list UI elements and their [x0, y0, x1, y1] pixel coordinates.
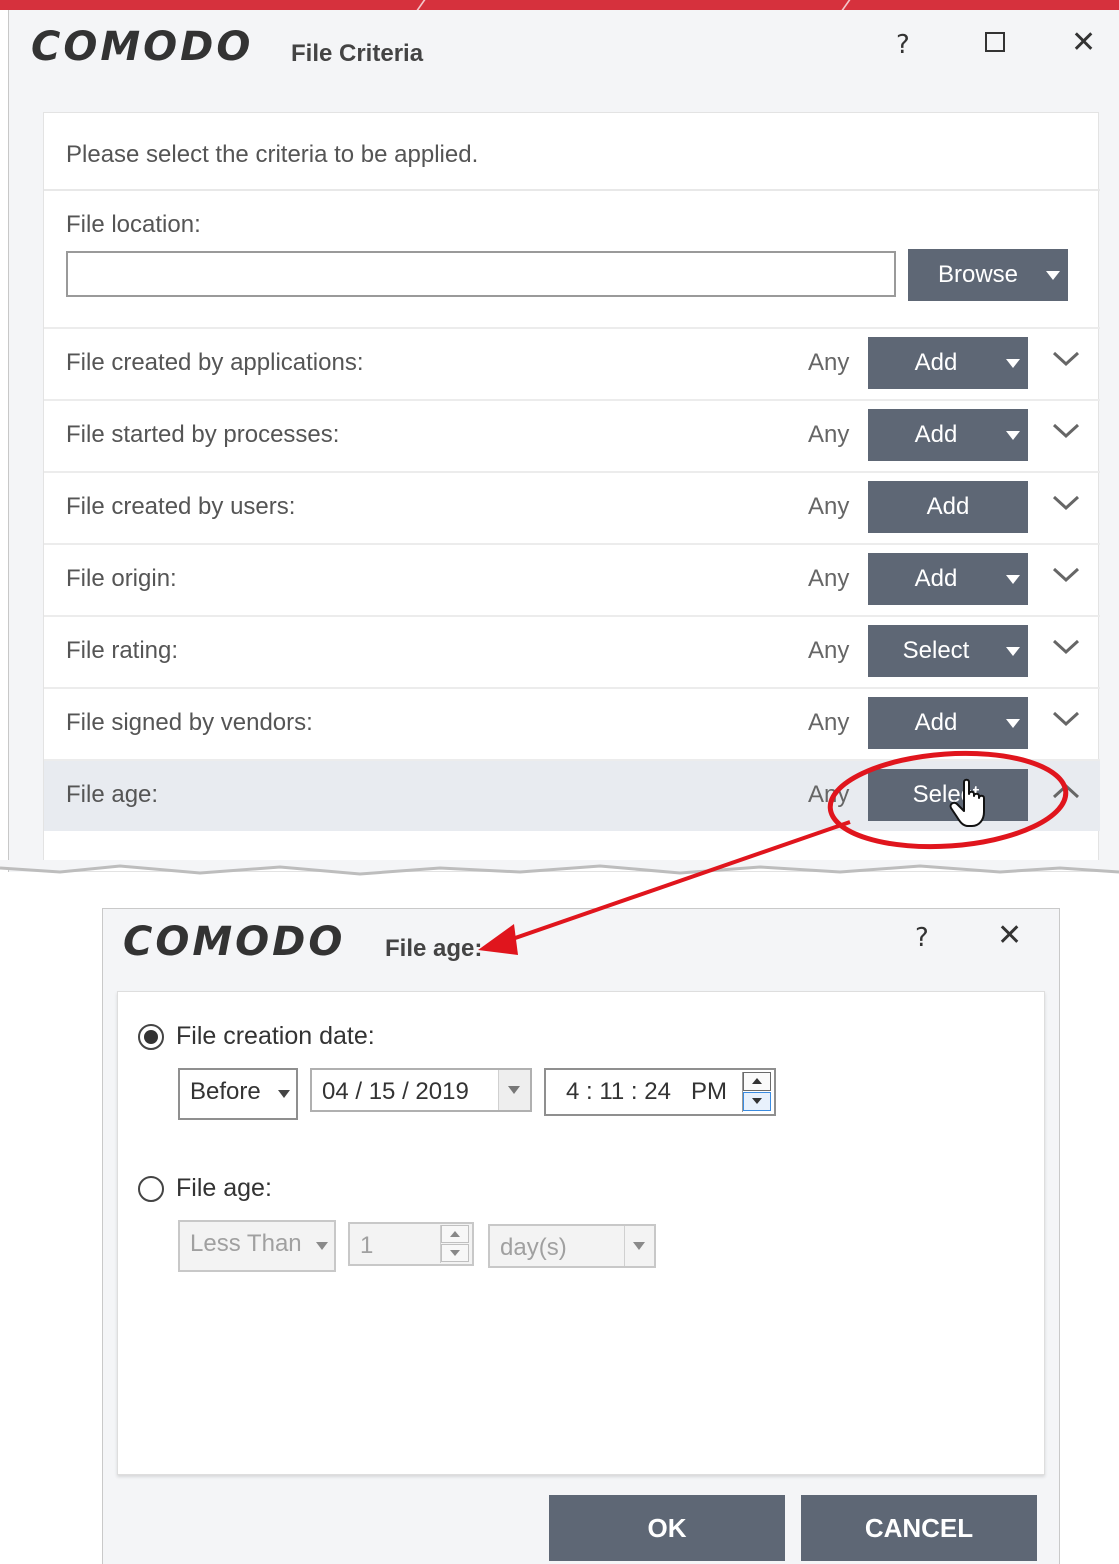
add-applications-button[interactable]: Add [868, 337, 1028, 389]
criteria-row-vendors: File signed by vendors: Any Add [44, 687, 1100, 759]
cancel-button[interactable]: CANCEL [801, 1495, 1037, 1561]
dropdown-arrow-icon [278, 1090, 290, 1098]
browse-button-label: Browse [937, 261, 1019, 288]
button-label: Add [926, 493, 970, 520]
select-file-age-button[interactable]: Select [868, 769, 1028, 821]
criteria-label: File started by processes: [66, 421, 340, 448]
caret-down-icon [1006, 431, 1020, 440]
file-criteria-window: COMODO File Criteria ? ✕ Please select t… [8, 10, 1119, 872]
close-button[interactable]: ✕ [1071, 28, 1096, 58]
date-picker[interactable]: 04 / 15 / 2019 [310, 1068, 532, 1112]
button-label: Add [914, 565, 958, 592]
criteria-value: Any [808, 421, 850, 448]
dialog-title: File age: [385, 935, 483, 962]
age-amount-stepper[interactable]: 1 [348, 1222, 474, 1266]
torn-edge-divider [0, 860, 1119, 876]
caret-down-icon [1006, 575, 1020, 584]
dropdown-arrow-icon [508, 1086, 520, 1094]
button-label: Add [914, 709, 958, 736]
help-button[interactable]: ? [896, 32, 910, 58]
chevron-down-icon[interactable] [1052, 565, 1080, 585]
dropdown-arrow-icon [633, 1242, 645, 1250]
window-title: File Criteria [291, 40, 424, 67]
unit-dropdown-button[interactable] [624, 1226, 654, 1266]
criteria-label: File created by applications: [66, 349, 364, 376]
criteria-row-rating: File rating: Any Select [44, 615, 1100, 687]
file-age-option-label: File age: [176, 1174, 272, 1202]
divider [44, 189, 1100, 191]
comparison-value: Before [190, 1078, 261, 1105]
age-comparison-select[interactable]: Less Than [178, 1220, 336, 1272]
time-value: 4 : 11 : 24 PM [566, 1078, 727, 1105]
file-age-panel: File creation date: Before 04 / 15 / 201… [117, 991, 1045, 1475]
background-banner [0, 0, 1119, 10]
criteria-label: File origin: [66, 565, 177, 592]
criteria-label: File rating: [66, 637, 179, 664]
criteria-value: Any [808, 493, 850, 520]
file-age-radio[interactable] [138, 1176, 164, 1202]
creation-date-radio[interactable] [138, 1024, 164, 1050]
spin-down-button[interactable] [743, 1092, 771, 1111]
caret-down-icon [1046, 271, 1060, 280]
file-location-label: File location: [66, 211, 201, 238]
chevron-down-icon[interactable] [1052, 493, 1080, 513]
ok-button[interactable]: OK [549, 1495, 785, 1561]
criteria-row-users: File created by users: Any Add [44, 471, 1100, 543]
button-label: Select [902, 637, 970, 664]
close-button[interactable]: ✕ [997, 921, 1022, 951]
criteria-label: File created by users: [66, 493, 296, 520]
spin-up-button[interactable] [441, 1225, 469, 1243]
age-comparison-value: Less Than [190, 1230, 302, 1257]
button-label: Add [914, 421, 958, 448]
criteria-row-file-age: File age: Any Select [44, 759, 1100, 831]
caret-down-icon [1006, 647, 1020, 656]
criteria-value: Any [808, 565, 850, 592]
select-rating-button[interactable]: Select [868, 625, 1028, 677]
button-label: Add [914, 349, 958, 376]
time-picker[interactable]: 4 : 11 : 24 PM [544, 1068, 776, 1116]
time-spinner [742, 1072, 772, 1112]
comparison-select[interactable]: Before [178, 1068, 298, 1120]
criteria-label: File age: [66, 781, 159, 808]
age-amount-value: 1 [360, 1232, 374, 1259]
criteria-row-applications: File created by applications: Any Add [44, 327, 1100, 399]
maximize-button[interactable] [985, 32, 1005, 52]
creation-date-label: File creation date: [176, 1022, 375, 1050]
instructions-text: Please select the criteria to be applied… [66, 141, 479, 168]
add-users-button[interactable]: Add [868, 481, 1028, 533]
comodo-logo: COMODO [31, 24, 254, 70]
spin-down-button[interactable] [441, 1244, 469, 1262]
button-label: Select [912, 781, 980, 808]
chevron-down-icon[interactable] [1052, 421, 1080, 441]
chevron-down-icon[interactable] [1052, 637, 1080, 657]
criteria-value: Any [808, 709, 850, 736]
calendar-dropdown-button[interactable] [498, 1070, 530, 1110]
criteria-row-processes: File started by processes: Any Add [44, 399, 1100, 471]
criteria-panel: Please select the criteria to be applied… [43, 112, 1100, 872]
caret-down-icon [1006, 719, 1020, 728]
criteria-value: Any [808, 637, 850, 664]
file-location-input[interactable] [66, 251, 896, 297]
date-value: 04 / 15 / 2019 [322, 1078, 469, 1105]
chevron-down-icon[interactable] [1052, 709, 1080, 729]
comodo-logo: COMODO [123, 919, 346, 965]
criteria-row-origin: File origin: Any Add [44, 543, 1100, 615]
add-origin-button[interactable]: Add [868, 553, 1028, 605]
criteria-label: File signed by vendors: [66, 709, 313, 736]
caret-down-icon [1006, 359, 1020, 368]
help-button[interactable]: ? [915, 925, 929, 951]
age-unit-value: day(s) [500, 1234, 567, 1261]
dropdown-arrow-icon [316, 1242, 328, 1250]
amount-spinner [440, 1225, 470, 1263]
file-age-dialog: COMODO File age: ? ✕ File creation date:… [102, 908, 1060, 1564]
criteria-value: Any [808, 349, 850, 376]
chevron-up-icon[interactable] [1052, 781, 1080, 801]
add-processes-button[interactable]: Add [868, 409, 1028, 461]
spin-up-button[interactable] [743, 1072, 771, 1091]
browse-button[interactable]: Browse [908, 249, 1068, 301]
chevron-down-icon[interactable] [1052, 349, 1080, 369]
criteria-value: Any [808, 781, 850, 808]
age-unit-select[interactable]: day(s) [488, 1224, 656, 1268]
add-vendors-button[interactable]: Add [868, 697, 1028, 749]
